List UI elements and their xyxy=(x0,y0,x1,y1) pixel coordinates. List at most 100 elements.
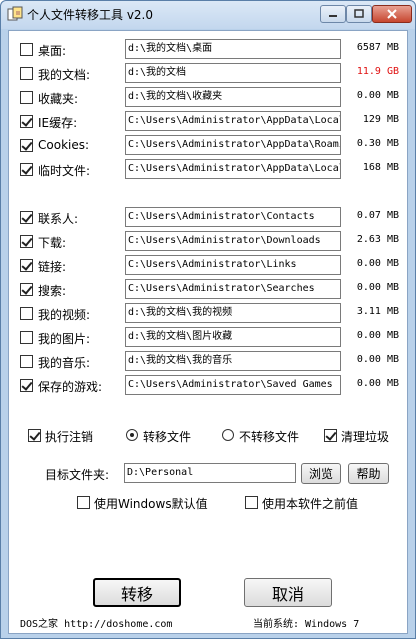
folder-checkbox[interactable] xyxy=(20,355,33,368)
folder-checkbox[interactable] xyxy=(20,235,33,248)
folder-path-field[interactable]: C:\Users\Administrator\Links xyxy=(125,255,341,275)
folder-checkbox[interactable] xyxy=(20,91,33,104)
folder-size: 0.00 MB xyxy=(356,90,399,101)
folder-size: 6587 MB xyxy=(356,42,399,53)
folder-label: 我的图片: xyxy=(38,332,91,346)
folder-path-field[interactable]: d:\我的文档\我的音乐 xyxy=(125,351,341,371)
minimize-button[interactable] xyxy=(320,5,346,23)
folder-size: 0.00 MB xyxy=(356,258,399,269)
transfer-files-label: 转移文件 xyxy=(143,430,192,444)
folder-size: 0.07 MB xyxy=(356,210,399,221)
folder-checkbox[interactable] xyxy=(20,259,33,272)
main-panel: 桌面: d:\我的文档\桌面 6587 MB 我的文档: d:\我的文档 11.… xyxy=(8,30,408,634)
cancel-button[interactable]: 取消 xyxy=(244,578,332,607)
clean-junk-label: 清理垃圾 xyxy=(341,430,390,444)
folder-path-field[interactable]: C:\Users\Administrator\AppData\Local xyxy=(125,111,341,131)
folder-row-favorites: 收藏夹: d:\我的文档\收藏夹 0.00 MB xyxy=(9,87,409,107)
no-transfer-option[interactable]: 不转移文件 xyxy=(222,427,322,445)
folder-size: 0.00 MB xyxy=(356,378,399,389)
folder-label: Cookies: xyxy=(38,138,90,152)
folder-path-field[interactable]: C:\Users\Administrator\Searches xyxy=(125,279,341,299)
close-icon xyxy=(387,9,397,19)
close-button[interactable] xyxy=(372,5,412,23)
folder-path-field[interactable]: d:\我的文档\我的视频 xyxy=(125,303,341,323)
title-bar[interactable]: 个人文件转移工具 v2.0 xyxy=(1,1,415,29)
run-logoff-option[interactable]: 执行注销 xyxy=(28,427,118,445)
footer-system: 当前系统: Windows 7 xyxy=(253,619,360,630)
folder-size: 0.00 MB xyxy=(356,354,399,365)
previous-value-label: 使用本软件之前值 xyxy=(262,497,359,511)
folder-checkbox[interactable] xyxy=(20,163,33,176)
target-folder-input[interactable]: D:\Personal xyxy=(124,463,296,483)
folder-path-field[interactable]: C:\Users\Administrator\Downloads xyxy=(125,231,341,251)
folder-row-contacts: 联系人: C:\Users\Administrator\Contacts 0.0… xyxy=(9,207,409,227)
run-logoff-label: 执行注销 xyxy=(45,430,94,444)
folder-label: 收藏夹: xyxy=(38,92,79,106)
folder-row-ie-cache: IE缓存: C:\Users\Administrator\AppData\Loc… xyxy=(9,111,409,131)
folder-label: 我的文档: xyxy=(38,68,91,82)
folder-label: IE缓存: xyxy=(38,116,78,130)
maximize-button[interactable] xyxy=(346,5,372,23)
folder-size: 0.30 MB xyxy=(356,138,399,149)
folder-checkbox[interactable] xyxy=(20,115,33,128)
transfer-button[interactable]: 转移 xyxy=(93,578,181,607)
folder-checkbox[interactable] xyxy=(20,283,33,296)
folder-path-field[interactable]: C:\Users\Administrator\Saved Games xyxy=(125,375,341,395)
folder-checkbox[interactable] xyxy=(20,331,33,344)
folder-checkbox[interactable] xyxy=(20,307,33,320)
folder-size: 0.00 MB xyxy=(356,330,399,341)
window-title: 个人文件转移工具 v2.0 xyxy=(27,8,154,22)
transfer-files-radio[interactable] xyxy=(126,429,138,441)
folder-size: 129 MB xyxy=(362,114,399,125)
windows-default-option[interactable]: 使用Windows默认值 xyxy=(77,494,217,512)
folder-row-searches: 搜索: C:\Users\Administrator\Searches 0.00… xyxy=(9,279,409,299)
no-transfer-radio[interactable] xyxy=(222,429,234,441)
folder-path-field[interactable]: d:\我的文档\桌面 xyxy=(125,39,341,59)
folder-row-desktop: 桌面: d:\我的文档\桌面 6587 MB xyxy=(9,39,409,59)
maximize-icon xyxy=(354,9,364,18)
folder-label: 搜索: xyxy=(38,284,67,298)
folder-row-pictures: 我的图片: d:\我的文档\图片收藏 0.00 MB xyxy=(9,327,409,347)
folder-label: 我的音乐: xyxy=(38,356,91,370)
clean-junk-checkbox[interactable] xyxy=(324,429,337,442)
folder-row-links: 链接: C:\Users\Administrator\Links 0.00 MB xyxy=(9,255,409,275)
folder-label: 保存的游戏: xyxy=(38,380,103,394)
folder-label: 链接: xyxy=(38,260,67,274)
folder-checkbox[interactable] xyxy=(20,67,33,80)
folder-size: 168 MB xyxy=(362,162,399,173)
folder-path-field[interactable]: C:\Users\Administrator\AppData\Roami xyxy=(125,135,341,155)
previous-value-checkbox[interactable] xyxy=(245,496,258,509)
browse-button[interactable]: 浏览 xyxy=(301,463,341,484)
footer-credit: DOS之家 http://doshome.com xyxy=(20,619,173,630)
help-button[interactable]: 帮助 xyxy=(348,463,389,484)
folder-size: 0.00 MB xyxy=(356,282,399,293)
folder-row-temp: 临时文件: C:\Users\Administrator\AppData\Loc… xyxy=(9,159,409,179)
folder-size: 11.9 GB xyxy=(356,66,399,77)
folder-row-saved-games: 保存的游戏: C:\Users\Administrator\Saved Game… xyxy=(9,375,409,395)
folder-checkbox[interactable] xyxy=(20,211,33,224)
folder-checkbox[interactable] xyxy=(20,43,33,56)
folder-path-field[interactable]: d:\我的文档 xyxy=(125,63,341,83)
folder-path-field[interactable]: C:\Users\Administrator\Contacts xyxy=(125,207,341,227)
folder-row-downloads: 下载: C:\Users\Administrator\Downloads 2.6… xyxy=(9,231,409,251)
previous-value-option[interactable]: 使用本软件之前值 xyxy=(245,494,375,512)
folder-path-field[interactable]: C:\Users\Administrator\AppData\Local xyxy=(125,159,341,179)
target-folder-label: 目标文件夹: xyxy=(45,468,110,482)
folder-label: 联系人: xyxy=(38,212,79,226)
folder-path-field[interactable]: d:\我的文档\收藏夹 xyxy=(125,87,341,107)
folder-label: 临时文件: xyxy=(38,164,91,178)
folder-label: 桌面: xyxy=(38,44,67,58)
minimize-icon xyxy=(329,15,337,17)
folder-checkbox[interactable] xyxy=(20,139,33,152)
no-transfer-label: 不转移文件 xyxy=(239,430,300,444)
windows-default-label: 使用Windows默认值 xyxy=(94,497,208,511)
folder-size: 2.63 MB xyxy=(356,234,399,245)
folder-checkbox[interactable] xyxy=(20,379,33,392)
folder-row-videos: 我的视频: d:\我的文档\我的视频 3.11 MB xyxy=(9,303,409,323)
clean-junk-option[interactable]: 清理垃圾 xyxy=(324,427,404,445)
run-logoff-checkbox[interactable] xyxy=(28,429,41,442)
folder-row-music: 我的音乐: d:\我的文档\我的音乐 0.00 MB xyxy=(9,351,409,371)
folder-path-field[interactable]: d:\我的文档\图片收藏 xyxy=(125,327,341,347)
windows-default-checkbox[interactable] xyxy=(77,496,90,509)
transfer-files-option[interactable]: 转移文件 xyxy=(126,427,216,445)
